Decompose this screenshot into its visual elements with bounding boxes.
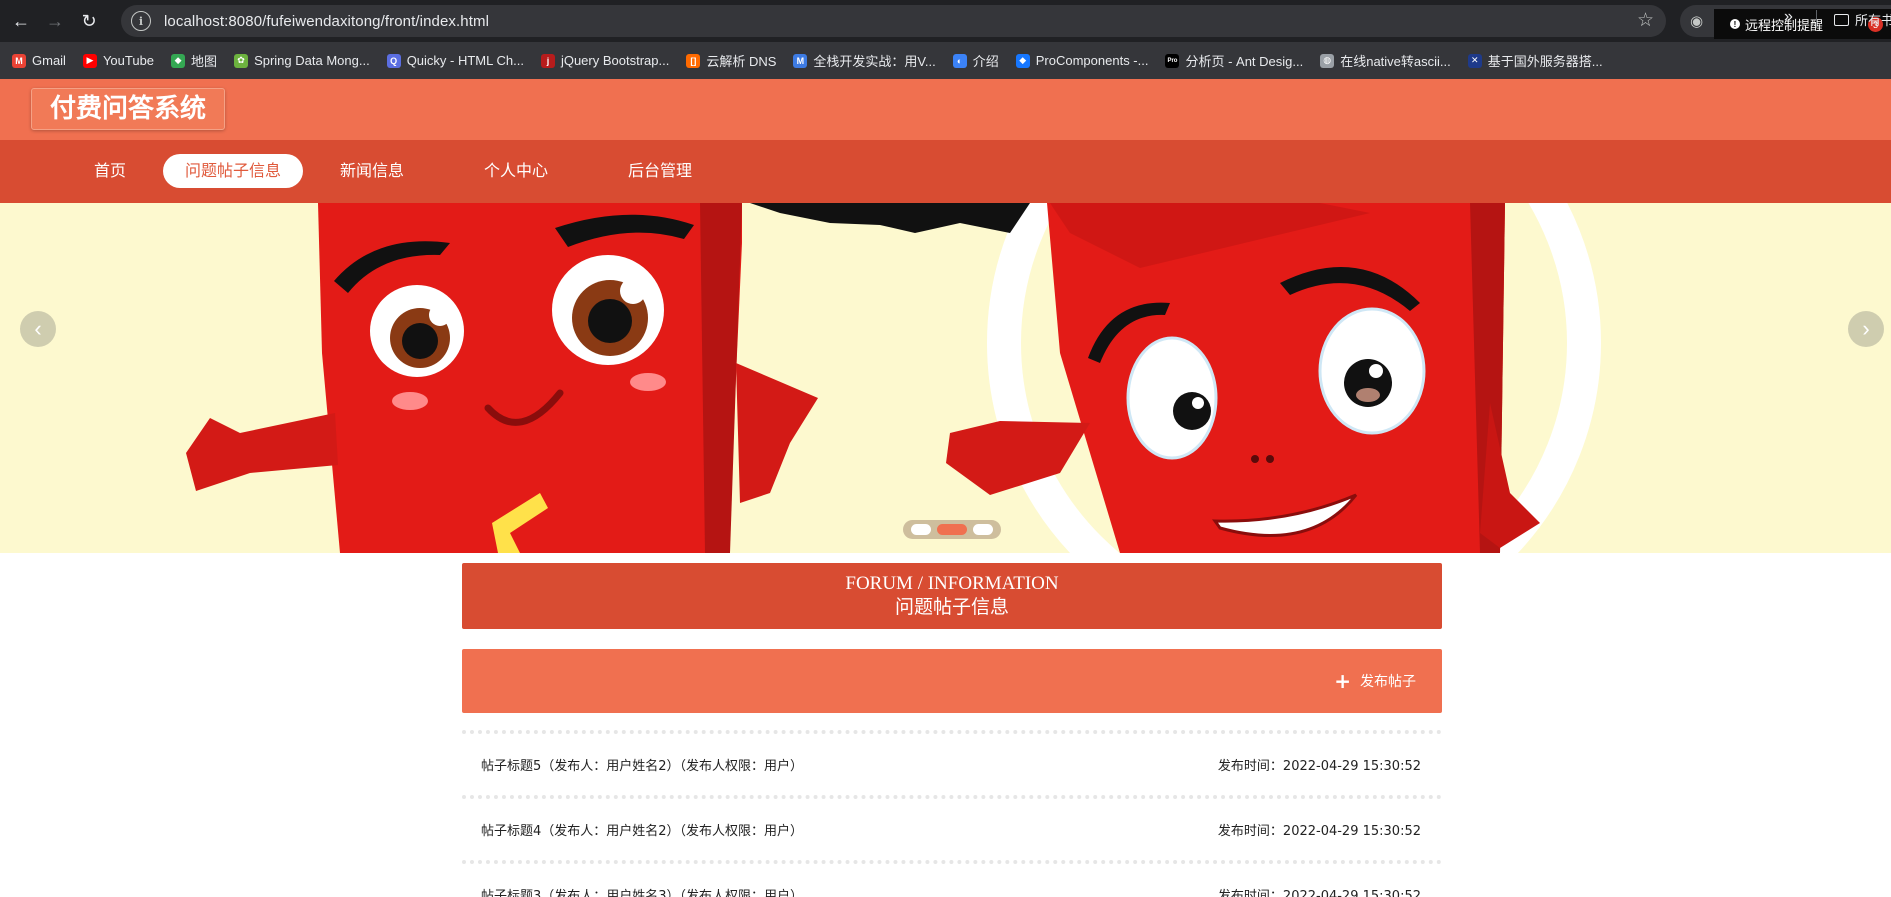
post-title[interactable]: 帖子标题4（发布人：用户姓名2）（发布人权限：用户） [481, 820, 803, 839]
bookmarks-bar: M Gmail ▶ YouTube ◆ 地图 ✿ Spring Data Mong... Q Qu… [0, 42, 1891, 79]
nav-posts[interactable]: 问题帖子信息 [163, 154, 303, 188]
post-row[interactable]: 帖子标题5（发布人：用户姓名2）（发布人权限：用户） 发布时间：2022-04-… [462, 730, 1442, 795]
bookmark-label: 在线native转ascii... [1340, 54, 1451, 69]
bookmark-label: ProComponents -... [1035, 53, 1149, 68]
section-title-cn: 问题帖子信息 [894, 596, 1009, 618]
pro-icon: Pro [1165, 53, 1180, 68]
bookmark-item[interactable]: ◍ 在线native转ascii... [1320, 51, 1451, 70]
procomponents-icon: ◆ [1015, 53, 1030, 68]
post-time: 发布时间：2022-04-29 15:30:52 [1217, 824, 1421, 839]
bookmark-label: 全栈开发实战：用V... [813, 54, 936, 69]
bookmark-item[interactable]: ✿ Spring Data Mong... [234, 53, 370, 68]
more-bookmarks-icon[interactable]: » [1784, 8, 1793, 26]
jquery-icon: j [540, 53, 555, 68]
site-title[interactable]: 付费问答系统 [31, 88, 226, 130]
post-row[interactable]: 帖子标题4（发布人：用户姓名2）（发布人权限：用户） 发布时间：2022-04-… [462, 795, 1442, 860]
warning-icon: ! [1730, 19, 1740, 29]
banner-carousel[interactable]: ‹ › [0, 203, 1891, 553]
bookmark-item[interactable]: M 全栈开发实战：用V... [793, 51, 936, 70]
bookmark-label: 云解析 DNS [706, 54, 777, 69]
post-row[interactable]: 帖子标题3（发布人：用户姓名3）（发布人权限：用户） 发布时间：2022-04-… [462, 860, 1442, 897]
incognito-icon[interactable]: ◉ [1690, 12, 1703, 30]
plus-icon: + [1334, 669, 1351, 693]
main-nav: 首页 问题帖子信息 新闻信息 个人中心 后台管理 [0, 140, 1891, 203]
forward-icon[interactable]: → [42, 8, 68, 34]
quicky-icon: Q [386, 53, 401, 68]
carousel-indicators [903, 520, 1001, 539]
folder-icon [1834, 13, 1849, 26]
reload-icon[interactable]: ↻ [76, 8, 102, 34]
site-info-icon[interactable]: i [131, 11, 151, 31]
bookmark-label: jQuery Bootstrap... [560, 53, 670, 68]
gmail-icon: M [12, 53, 26, 68]
all-bookmarks-button[interactable]: 所有书 [1834, 10, 1891, 29]
carousel-next-icon[interactable]: › [1848, 311, 1884, 347]
youtube-icon: ▶ [82, 53, 97, 68]
bookmark-label: 地图 [191, 54, 218, 69]
bookmark-label: Gmail [32, 53, 66, 68]
bookmark-label: YouTube [102, 53, 155, 68]
section-title-en: FORUM / INFORMATION [845, 573, 1059, 594]
bookmark-item[interactable]: ✕ 基于国外服务器搭... [1467, 51, 1603, 70]
bookmark-label: Spring Data Mong... [254, 53, 370, 68]
browser-toolbar: ← → ↻ i localhost:8080/fufeiwendaxitong/… [0, 0, 1891, 42]
post-list: 帖子标题5（发布人：用户姓名2）（发布人权限：用户） 发布时间：2022-04-… [462, 730, 1442, 897]
carousel-dot-3[interactable] [973, 524, 993, 535]
nav-admin[interactable]: 后台管理 [620, 154, 700, 188]
post-time: 发布时间：2022-04-29 15:30:52 [1217, 759, 1421, 774]
all-bookmarks-label: 所有书 [1855, 13, 1891, 28]
maps-icon: ◆ [171, 53, 186, 68]
globe-blue-icon: ◐ [952, 53, 967, 68]
bookmark-star-icon[interactable]: ☆ [1637, 9, 1654, 32]
bookmark-item[interactable]: j jQuery Bootstrap... [540, 53, 670, 68]
banner-image [0, 203, 1891, 553]
site-header: 付费问答系统 [0, 79, 1891, 140]
bookmarks-divider [1816, 10, 1817, 27]
bookmark-label: 分析页 - Ant Desig... [1185, 54, 1304, 69]
carousel-dot-1[interactable] [911, 524, 931, 535]
bookmark-label: 介绍 [972, 54, 999, 69]
bookmark-item[interactable]: [] 云解析 DNS [686, 51, 776, 70]
bookmark-label: 基于国外服务器搭... [1487, 54, 1603, 69]
back-icon[interactable]: ← [8, 8, 34, 34]
carousel-prev-icon[interactable]: ‹ [20, 311, 56, 347]
section-heading: FORUM / INFORMATION 问题帖子信息 [462, 563, 1442, 629]
bookmark-item[interactable]: ▶ YouTube [82, 53, 155, 68]
globe-icon: ◍ [1320, 53, 1335, 68]
m-icon: M [793, 53, 808, 68]
publish-post-label: 发布帖子 [1360, 674, 1416, 690]
address-bar[interactable]: i localhost:8080/fufeiwendaxitong/front/… [121, 5, 1666, 37]
publish-post-button[interactable]: + 发布帖子 [1334, 670, 1416, 692]
nav-news[interactable]: 新闻信息 [332, 154, 412, 188]
post-title[interactable]: 帖子标题3（发布人：用户姓名3）（发布人权限：用户） [481, 885, 803, 897]
action-bar: + 发布帖子 [462, 649, 1442, 713]
bookmark-item[interactable]: ◆ ProComponents -... [1015, 53, 1149, 68]
bookmark-item[interactable]: M Gmail [12, 53, 66, 68]
bookmark-label: Quicky - HTML Ch... [406, 53, 524, 68]
bookmark-item[interactable]: ◆ 地图 [171, 51, 217, 70]
bookmark-item[interactable]: ◐ 介绍 [952, 51, 999, 70]
spring-icon: ✿ [234, 53, 249, 68]
post-title[interactable]: 帖子标题5（发布人：用户姓名2）（发布人权限：用户） [481, 755, 803, 774]
bookmark-item[interactable]: Q Quicky - HTML Ch... [386, 53, 524, 68]
carousel-dot-2[interactable] [937, 524, 967, 535]
nav-home[interactable]: 首页 [70, 154, 150, 188]
address-url[interactable]: localhost:8080/fufeiwendaxitong/front/in… [164, 13, 489, 30]
post-time: 发布时间：2022-04-29 15:30:52 [1217, 889, 1421, 897]
aliyun-icon: [] [686, 53, 701, 68]
flag-icon: ✕ [1467, 53, 1482, 68]
bookmark-item[interactable]: Pro 分析页 - Ant Desig... [1165, 51, 1303, 70]
nav-profile[interactable]: 个人中心 [476, 154, 556, 188]
